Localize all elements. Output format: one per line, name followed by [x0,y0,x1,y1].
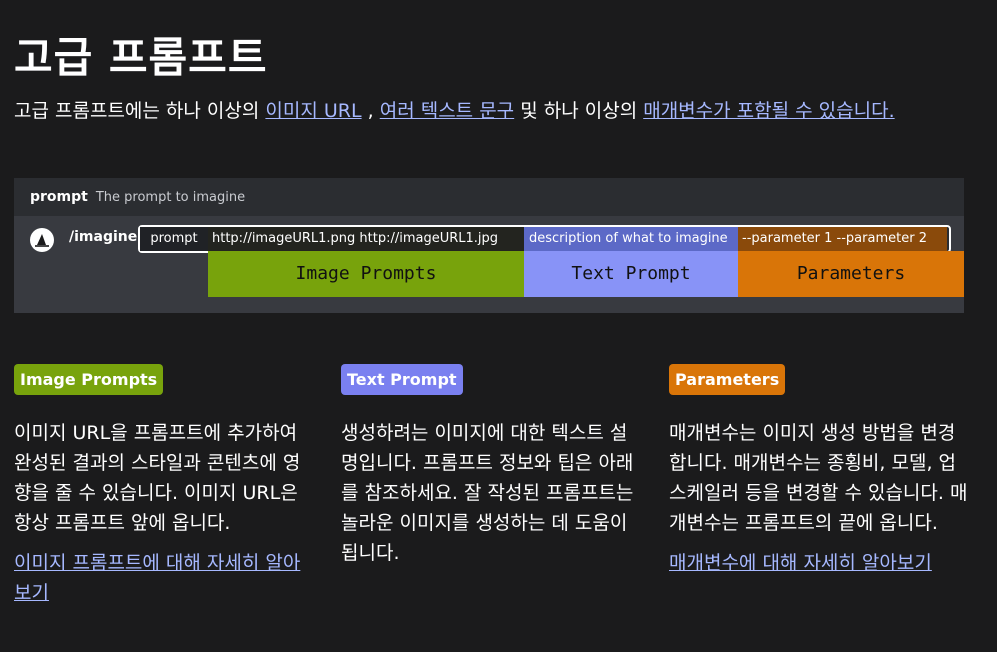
text-prompt-column: Text Prompt 생성하려는 이미지에 대한 텍스트 설명입니다. 프롬프… [341,364,641,568]
parameters-learn-more-link[interactable]: 매개변수에 대해 자세히 알아보기 [669,548,969,578]
image-prompts-column: Image Prompts 이미지 URL을 프롬프트에 추가하여 완성된 결과… [14,364,314,608]
text-prompt-description: 생성하려는 이미지에 대한 텍스트 설명입니다. 프롬프트 정보와 팁은 아래를… [341,422,634,564]
intro-text-1: 고급 프롬프트에는 하나 이상의 [14,100,266,122]
text-description-segment: description of what to imagine [524,227,738,251]
parameters-description: 매개변수는 이미지 생성 방법을 변경합니다. 매개변수는 종횡비, 모델, 업… [669,422,968,534]
bot-avatar-icon [30,228,54,252]
image-prompts-badge: Image Prompts [14,364,164,395]
intro-text-3: 및 하나 이상의 [514,100,644,122]
parameters-link[interactable]: 매개변수가 포함될 수 있습니다. [643,100,894,122]
parameters-band: Parameters [738,251,964,297]
image-prompts-learn-more-link[interactable]: 이미지 프롬프트에 대해 자세히 알아보기 [14,548,314,608]
image-prompts-band: Image Prompts [208,251,524,297]
prompt-option-description: The prompt to imagine [95,189,246,205]
image-prompts-description: 이미지 URL을 프롬프트에 추가하여 완성된 결과의 스타일과 콘텐츠에 영향… [14,422,301,534]
text-prompt-badge: Text Prompt [341,364,463,395]
image-urls-segment: http://imageURL1.png http://imageURL1.jp… [208,227,524,251]
prompt-segment: prompt [140,227,208,251]
text-prompt-band: Text Prompt [524,251,738,297]
intro-paragraph: 고급 프롬프트에는 하나 이상의 이미지 URL , 여러 텍스트 문구 및 하… [14,96,969,126]
prompt-diagram: prompt The prompt to imagine /imagine pr… [14,178,964,313]
diagram-header: prompt The prompt to imagine [14,178,964,216]
intro-text-2: , [361,100,380,122]
imagine-command: /imagine [69,229,138,245]
text-phrases-link[interactable]: 여러 텍스트 문구 [380,100,514,122]
parameters-badge: Parameters [669,364,786,395]
prompt-option-label: prompt [30,189,88,205]
image-url-link[interactable]: 이미지 URL [265,100,361,122]
parameters-column: Parameters 매개변수는 이미지 생성 방법을 변경합니다. 매개변수는… [669,364,969,578]
parameters-segment: --parameter 1 --parameter 2 [738,227,947,251]
page-title: 고급 프롬프트 [14,33,268,82]
